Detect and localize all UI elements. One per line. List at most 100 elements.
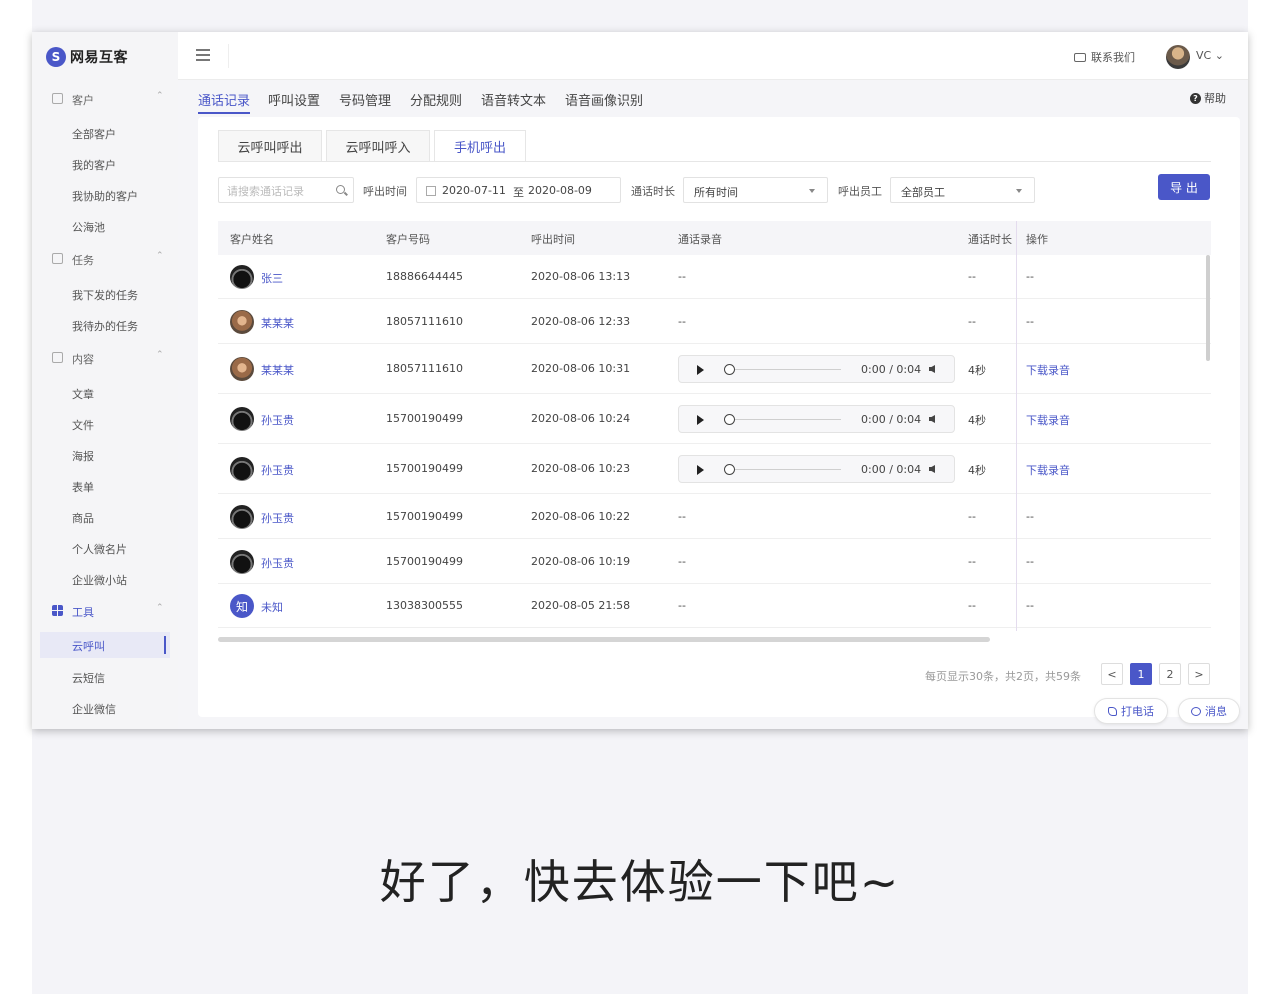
tab-mobile-outbound[interactable]: 手机呼出 — [434, 130, 526, 162]
tab-call-records[interactable]: 通话记录 — [198, 90, 251, 114]
menu-toggle-icon[interactable] — [196, 49, 210, 61]
tab-allocation-rules[interactable]: 分配规则 — [410, 90, 462, 109]
sidebar-item-articles[interactable]: 文章 — [32, 380, 178, 406]
next-page-button[interactable]: > — [1188, 663, 1210, 685]
message-icon — [1191, 706, 1201, 716]
sidebar-item-forms[interactable]: 表单 — [32, 473, 178, 499]
sidebar-item-all-customers[interactable]: 全部客户 — [32, 120, 178, 146]
sidebar-item-public-pool[interactable]: 公海池 — [32, 213, 178, 239]
message-button[interactable]: 消息 — [1178, 698, 1240, 724]
download-recording-link[interactable]: 下载录音 — [1026, 362, 1070, 378]
customer-name-link[interactable]: 孙玉贵 — [261, 510, 294, 526]
avatar[interactable] — [1166, 45, 1190, 69]
sidebar-item-my-customers[interactable]: 我的客户 — [32, 151, 178, 177]
page-button[interactable]: 2 — [1159, 663, 1181, 685]
action-empty: -- — [1026, 510, 1034, 523]
customer-name-link[interactable]: 孙玉贵 — [261, 555, 294, 571]
tab-number-management[interactable]: 号码管理 — [339, 90, 391, 109]
sidebar-item-products[interactable]: 商品 — [32, 504, 178, 530]
avatar — [230, 505, 254, 529]
tab-voice-profile[interactable]: 语音画像识别 — [565, 90, 643, 109]
sidebar-item-files[interactable]: 文件 — [32, 411, 178, 437]
help-label: 帮助 — [1204, 92, 1226, 105]
employee-select[interactable]: 全部员工 — [890, 177, 1035, 203]
customer-name-link[interactable]: 张三 — [261, 270, 283, 286]
nav-item-label: 我待办的任务 — [72, 320, 138, 333]
vertical-scrollbar[interactable] — [1206, 255, 1210, 361]
call-time: 2020-08-06 10:22 — [531, 510, 631, 523]
sidebar-item-issued-tasks[interactable]: 我下发的任务 — [32, 281, 178, 307]
sidebar-item-cloud-sms[interactable]: 云短信 — [32, 664, 178, 690]
play-icon[interactable] — [697, 365, 704, 375]
filter-bar: 呼出时间 2020-07-11 至 2020-08-09 通话时长 所有时间 呼… — [198, 174, 1240, 207]
play-icon[interactable] — [697, 465, 704, 475]
tab-cloud-inbound[interactable]: 云呼叫呼入 — [326, 130, 430, 162]
audio-progress-track[interactable] — [735, 419, 841, 420]
call-button[interactable]: 打电话 — [1094, 698, 1168, 724]
tab-call-settings[interactable]: 呼叫设置 — [268, 90, 320, 109]
customer-name-link[interactable]: 某某某 — [261, 362, 294, 378]
call-time: 2020-08-06 10:19 — [531, 555, 631, 568]
sidebar-item-business-card[interactable]: 个人微名片 — [32, 535, 178, 561]
call-duration: 4秒 — [968, 364, 986, 377]
audio-progress-knob[interactable] — [724, 464, 735, 475]
horizontal-scrollbar[interactable] — [218, 637, 990, 642]
download-recording-link[interactable]: 下载录音 — [1026, 412, 1070, 428]
volume-icon[interactable] — [929, 465, 935, 473]
audio-progress-track[interactable] — [735, 369, 841, 370]
sidebar-item-pending-tasks[interactable]: 我待办的任务 — [32, 312, 178, 338]
search-input[interactable] — [227, 182, 327, 200]
nav-item-label: 我协助的客户 — [72, 190, 138, 203]
date-separator: 至 — [513, 186, 524, 199]
page-button[interactable]: 1 — [1130, 663, 1152, 685]
nav-group-tasks[interactable]: 任务 ⌃ — [32, 247, 178, 271]
call-time: 2020-08-06 10:24 — [531, 412, 631, 425]
audio-progress-knob[interactable] — [724, 414, 735, 425]
contact-us-link[interactable]: 联系我们 — [1074, 49, 1135, 65]
main-tabs: 通话记录 呼叫设置 号码管理 分配规则 语音转文本 语音画像识别 ? 帮助 — [178, 80, 1248, 116]
table-header: 客户姓名 客户号码 呼出时间 通话录音 通话时长 操作 — [218, 221, 1211, 255]
nav-group-tools[interactable]: 工具 ⌃ — [32, 599, 178, 623]
sidebar-item-wecom[interactable]: 企业微信 — [32, 695, 178, 721]
download-recording-link[interactable]: 下载录音 — [1026, 462, 1070, 478]
sidebar-item-cloud-call[interactable]: 云呼叫 — [40, 632, 170, 658]
tab-speech-to-text[interactable]: 语音转文本 — [481, 90, 546, 109]
chevron-up-icon: ⌃ — [156, 603, 164, 613]
caption-text: 好了，快去体验一下吧~ — [379, 855, 901, 909]
customer-name-link[interactable]: 未知 — [261, 599, 283, 615]
duration-select[interactable]: 所有时间 — [683, 177, 828, 203]
help-link[interactable]: ? 帮助 — [1190, 90, 1226, 106]
table-row: 某某某 18057111610 2020-08-06 12:33 -- -- -- — [218, 299, 1211, 344]
customer-icon — [52, 93, 63, 104]
sidebar-item-posters[interactable]: 海报 — [32, 442, 178, 468]
recording-empty: -- — [678, 510, 686, 523]
message-button-label: 消息 — [1205, 705, 1227, 718]
audio-progress-knob[interactable] — [724, 364, 735, 375]
customer-name-link[interactable]: 孙玉贵 — [261, 462, 294, 478]
date-range-picker[interactable]: 2020-07-11 至 2020-08-09 — [416, 177, 621, 203]
export-button[interactable]: 导 出 — [1158, 174, 1210, 200]
customer-phone: 18057111610 — [386, 315, 463, 328]
sidebar-item-assisted-customers[interactable]: 我协助的客户 — [32, 182, 178, 208]
customer-name-link[interactable]: 某某某 — [261, 315, 294, 331]
nav-group-content[interactable]: 内容 ⌃ — [32, 346, 178, 370]
customer-name-link[interactable]: 孙玉贵 — [261, 412, 294, 428]
audio-progress-track[interactable] — [735, 469, 841, 470]
sidebar-item-micro-site[interactable]: 企业微小站 — [32, 566, 178, 592]
nav-item-label: 企业微小站 — [72, 574, 127, 587]
volume-icon[interactable] — [929, 365, 935, 373]
play-icon[interactable] — [697, 415, 704, 425]
user-menu[interactable]: VC ⌄ — [1196, 49, 1224, 62]
chevron-up-icon: ⌃ — [156, 251, 164, 261]
tab-cloud-outbound[interactable]: 云呼叫呼出 — [218, 130, 322, 162]
volume-icon[interactable] — [929, 415, 935, 423]
prev-page-button[interactable]: < — [1101, 663, 1123, 685]
search-icon[interactable] — [336, 185, 345, 194]
nav-item-label: 商品 — [72, 512, 94, 525]
nav-group-customers[interactable]: 客户 ⌃ — [32, 87, 178, 111]
call-time: 2020-08-06 13:13 — [531, 270, 631, 283]
nav-group-label: 客户 — [72, 94, 94, 107]
logo[interactable]: S 网易互客 — [46, 44, 128, 70]
avatar — [230, 357, 254, 381]
avatar: 知 — [230, 594, 254, 618]
